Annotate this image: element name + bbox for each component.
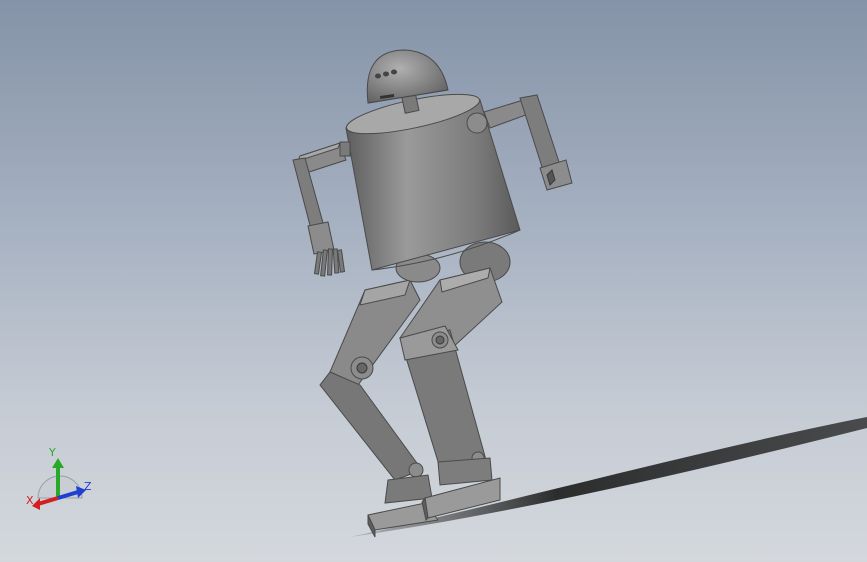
x-axis-line — [37, 496, 59, 506]
y-axis-label: Y — [48, 446, 56, 459]
left-arm[interactable] — [292, 141, 351, 277]
z-axis-label: Z — [84, 480, 92, 493]
axis-triad: Y X Z — [26, 446, 92, 510]
left-hand — [313, 248, 346, 277]
robot-model[interactable] — [0, 0, 867, 562]
3d-viewport[interactable]: Y X Z — [0, 0, 867, 562]
x-axis-label: X — [26, 494, 34, 507]
y-axis-arrow — [52, 458, 64, 468]
